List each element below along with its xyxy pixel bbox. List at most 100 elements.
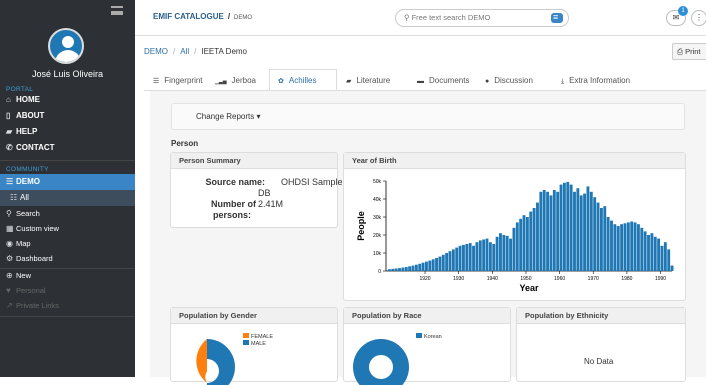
topbar: EMIF CATALOGUE / DEMO ⚲ Free text search D…	[135, 0, 706, 36]
tab-jerboa[interactable]: ▁▃▅ Jerboa	[206, 69, 268, 90]
bar	[660, 245, 664, 271]
sidebar-item-new[interactable]: ⊕ New	[0, 268, 135, 284]
bar	[562, 182, 566, 271]
panel-title: Person Summary	[171, 153, 337, 169]
sidebar-item-private-links[interactable]: ↗ Private Links	[0, 298, 135, 314]
comment-icon: ●	[485, 78, 490, 85]
person-count-key: Number of	[211, 199, 256, 209]
bar	[488, 242, 492, 271]
brand[interactable]: EMIF CATALOGUE / DEMO	[153, 12, 252, 21]
sidebar-item-search[interactable]: ⚲ Search	[0, 206, 135, 222]
more-icon: ⋮	[695, 13, 703, 22]
print-button[interactable]: ⎙ Print	[672, 43, 706, 60]
bar	[610, 220, 613, 271]
sidebar-item-label: New	[16, 271, 32, 280]
x-axis-label: Year	[519, 283, 539, 293]
bar	[512, 227, 516, 271]
sidebar-item-demo[interactable]: ☰ DEMO	[0, 174, 135, 190]
sidebar-item-label: HOME	[16, 95, 40, 104]
bar	[643, 231, 647, 271]
bar	[388, 269, 391, 271]
search-menu-icon[interactable]	[551, 9, 563, 25]
home-icon: ⌂	[6, 95, 11, 104]
bar	[630, 221, 634, 271]
panel-title: Year of Birth	[344, 153, 685, 169]
sidebar-item-label: Private Links	[16, 301, 59, 310]
panel-title: Population by Gender	[171, 308, 337, 324]
bar	[485, 238, 489, 271]
sidebar-item-label: HELP	[16, 127, 38, 136]
sidebar-item-label: Personal	[16, 286, 46, 295]
bar	[603, 206, 607, 271]
sidebar-item-contact[interactable]: ✆ CONTACT	[0, 140, 135, 156]
sidebar-item-dashboard[interactable]: ⚙ Dashboard	[0, 251, 135, 267]
avatar-body	[55, 50, 81, 62]
sidebar-item-custom-view[interactable]: ▦ Custom view	[0, 221, 135, 237]
sidebar-item-all[interactable]: ☷ All	[0, 190, 135, 206]
breadcrumb-demo[interactable]: DEMO	[144, 47, 168, 56]
tab-literature[interactable]: ▰ Literature	[337, 69, 405, 90]
sidebar-item-label: DEMO	[16, 177, 40, 186]
book-icon: ▰	[346, 78, 352, 85]
breadcrumb: DEMO / All / IEETA Demo	[144, 47, 248, 56]
bar	[559, 184, 563, 271]
bar	[552, 190, 556, 271]
sidebar-item-label: All	[20, 193, 29, 202]
bar	[408, 266, 412, 271]
x-tick-label: 1950	[520, 276, 531, 282]
tab-label: Documents	[429, 76, 470, 85]
bookmark-icon: ▯	[6, 111, 11, 120]
bar	[573, 191, 576, 271]
tab-extra-information[interactable]: ⤓ Extra Information	[552, 69, 652, 90]
bar	[391, 268, 395, 271]
breadcrumb-current: IEETA Demo	[201, 47, 248, 56]
map-icon: ◉	[6, 239, 13, 248]
breadcrumb-all[interactable]: All	[180, 47, 189, 56]
sidebar-item-help[interactable]: ▰ HELP	[0, 124, 135, 140]
bar	[599, 208, 603, 271]
tab-label: Fingerprint	[164, 76, 203, 85]
search-icon: ⚲	[6, 209, 12, 218]
sidebar-item-map[interactable]: ◉ Map	[0, 236, 135, 252]
sidebar-item-personal[interactable]: ♥ Personal	[0, 283, 135, 299]
user-name[interactable]: José Luis Oliveira	[0, 69, 135, 79]
tab-discussion[interactable]: ● Discussion	[476, 69, 548, 90]
y-tick-label: 0	[378, 269, 381, 275]
search-input[interactable]: ⚲ Free text search DEMO	[395, 9, 569, 27]
tab-fingerprint[interactable]: ☰ Fingerprint	[144, 69, 203, 90]
list-icon: ☰	[153, 78, 160, 85]
dashboard-icon: ⚙	[6, 254, 14, 263]
bar	[509, 238, 512, 271]
sidebar-divider	[0, 316, 135, 317]
avatar-head	[62, 36, 74, 48]
race-panel: Population by Race Korean	[343, 307, 511, 385]
source-name-key: Source name:	[205, 177, 265, 187]
bar	[566, 181, 570, 271]
bar	[495, 236, 499, 271]
panel-title: Population by Ethnicity	[517, 308, 685, 324]
gear-icon: ✿	[278, 78, 284, 85]
tab-label: Achilles	[288, 76, 317, 85]
sidebar-item-home[interactable]: ⌂ HOME	[0, 92, 135, 108]
book-icon: ▰	[6, 127, 13, 136]
tab-achilles[interactable]: ✿ Achilles	[269, 69, 337, 90]
change-reports-dropdown[interactable]: Change Reports ▾	[171, 103, 685, 130]
tab-documents[interactable]: ▬ Documents	[408, 69, 476, 90]
sidebar-item-label: Custom view	[16, 224, 59, 233]
share-icon: ↗	[6, 301, 13, 310]
hamburger-menu-icon[interactable]	[111, 6, 123, 15]
download-icon: ⤓	[561, 78, 565, 85]
avatar[interactable]	[48, 28, 84, 64]
sidebar-item-about[interactable]: ▯ ABOUT	[0, 108, 135, 124]
tab-label: Jerboa	[231, 76, 257, 85]
bar	[519, 218, 523, 271]
bar	[401, 267, 405, 271]
community-section-label: COMMUNITY	[6, 166, 49, 173]
tab-bar: ☰ Fingerprint ▁▃▅ Jerboa ✿ Achilles ▰ Litera…	[144, 69, 706, 90]
bar	[505, 235, 509, 271]
bar	[569, 184, 573, 271]
bar	[586, 186, 590, 271]
more-options-button[interactable]: ⋮	[691, 10, 706, 26]
bar	[502, 235, 506, 271]
race-pie-chart: Korean	[353, 333, 442, 385]
